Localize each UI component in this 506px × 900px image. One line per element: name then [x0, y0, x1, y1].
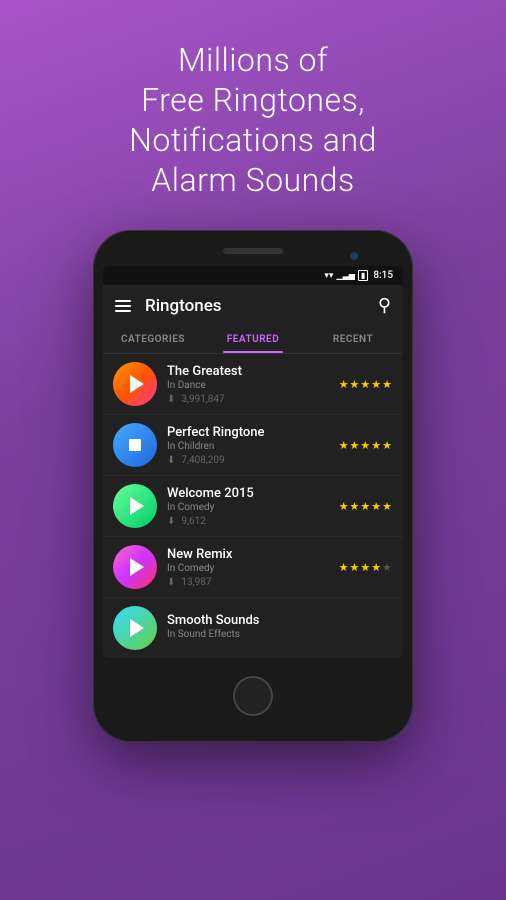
hero-section: Millions of Free Ringtones, Notification…: [89, 0, 417, 220]
phone-home-bar: [103, 668, 403, 724]
phone-screen: ▾▾ ▁▃▅ ▮ 8:15 Ringtones ⚲ CATEGORIES: [103, 266, 403, 658]
hamburger-menu[interactable]: [115, 300, 131, 312]
home-button[interactable]: [233, 676, 273, 716]
song-name-4: Smooth Sounds: [167, 613, 393, 628]
download-count-1: 7,408,209: [181, 455, 224, 466]
song-item-2[interactable]: Welcome 2015 In Comedy ⬇ 9,612 ★★★★★: [103, 476, 403, 537]
download-count-3: 13,987: [181, 577, 211, 588]
song-icon-4: [113, 606, 157, 650]
song-item-0[interactable]: The Greatest In Dance ⬇ 3,991,847 ★★★★★: [103, 354, 403, 415]
song-info-4: Smooth Sounds In Sound Effects: [167, 613, 393, 643]
song-name-0: The Greatest: [167, 364, 339, 379]
status-time: 8:15: [373, 270, 393, 281]
download-icon-0: ⬇: [167, 394, 175, 405]
hero-text: Millions of Free Ringtones, Notification…: [129, 41, 377, 199]
song-icon-3: [113, 545, 157, 589]
song-category-1: In Children: [167, 441, 339, 452]
battery-icon: ▮: [358, 270, 368, 281]
song-category-0: In Dance: [167, 380, 339, 391]
download-count-2: 9,612: [181, 516, 205, 527]
song-icon-2: [113, 484, 157, 528]
tab-featured[interactable]: FEATURED: [203, 326, 303, 353]
song-item-1[interactable]: Perfect Ringtone In Children ⬇ 7,408,209…: [103, 415, 403, 476]
tabs-bar: CATEGORIES FEATURED RECENT: [103, 326, 403, 354]
song-category-4: In Sound Effects: [167, 629, 393, 640]
song-name-1: Perfect Ringtone: [167, 425, 339, 440]
song-category-2: In Comedy: [167, 502, 339, 513]
song-icon-1: [113, 423, 157, 467]
download-count-0: 3,991,847: [181, 394, 224, 405]
signal-icon: ▁▃▅: [336, 271, 354, 280]
search-icon[interactable]: ⚲: [378, 295, 391, 316]
download-icon-1: ⬇: [167, 455, 175, 466]
song-info-1: Perfect Ringtone In Children ⬇ 7,408,209: [167, 425, 339, 466]
song-list: The Greatest In Dance ⬇ 3,991,847 ★★★★★: [103, 354, 403, 658]
tab-categories[interactable]: CATEGORIES: [103, 326, 203, 353]
song-category-3: In Comedy: [167, 563, 339, 574]
stars-0: ★★★★★: [339, 378, 393, 391]
song-info-3: New Remix In Comedy ⬇ 13,987: [167, 547, 339, 588]
stars-1: ★★★★★: [339, 439, 393, 452]
song-info-0: The Greatest In Dance ⬇ 3,991,847: [167, 364, 339, 405]
tab-recent[interactable]: RECENT: [303, 326, 403, 353]
song-icon-0: [113, 362, 157, 406]
app-title: Ringtones: [145, 296, 222, 316]
download-icon-3: ⬇: [167, 577, 175, 588]
song-info-2: Welcome 2015 In Comedy ⬇ 9,612: [167, 486, 339, 527]
phone-mockup: ▾▾ ▁▃▅ ▮ 8:15 Ringtones ⚲ CATEGORIES: [93, 230, 413, 742]
stars-2: ★★★★★: [339, 500, 393, 513]
stars-3: ★★★★★: [339, 561, 393, 574]
app-bar: Ringtones ⚲: [103, 285, 403, 326]
phone-camera: [350, 252, 358, 260]
phone-speaker: [223, 248, 283, 254]
song-name-3: New Remix: [167, 547, 339, 562]
download-icon-2: ⬇: [167, 516, 175, 527]
status-bar: ▾▾ ▁▃▅ ▮ 8:15: [103, 266, 403, 285]
song-item-3[interactable]: New Remix In Comedy ⬇ 13,987 ★★★★★: [103, 537, 403, 598]
wifi-icon: ▾▾: [324, 271, 333, 281]
song-item-4[interactable]: Smooth Sounds In Sound Effects: [103, 598, 403, 658]
song-name-2: Welcome 2015: [167, 486, 339, 501]
